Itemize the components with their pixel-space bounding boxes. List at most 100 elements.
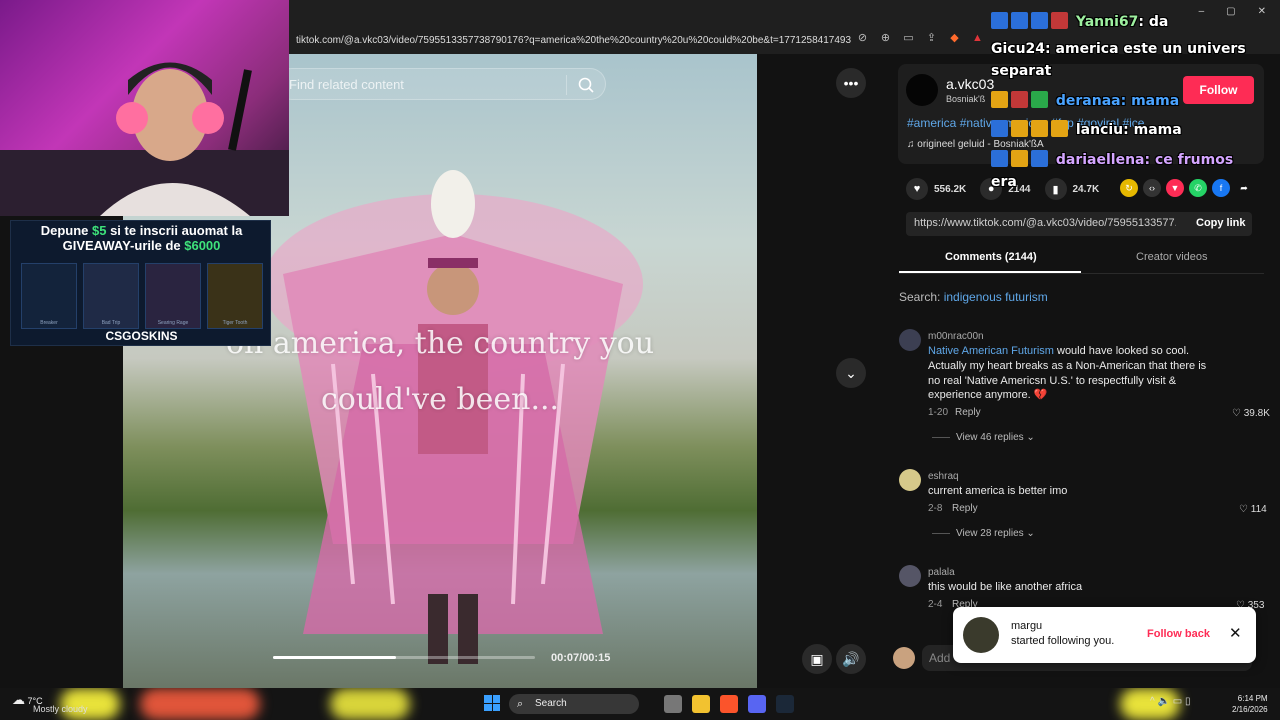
comment-avatar[interactable] <box>899 329 921 351</box>
embed-icon[interactable]: ‹› <box>1143 179 1161 197</box>
zoom-icon[interactable]: ⊕ <box>879 32 892 45</box>
ad-line1: Depune $5 si te inscrii auomat la <box>40 223 243 238</box>
view-replies-button[interactable]: View 46 replies ⌄ <box>932 432 1035 443</box>
crown-badge-icon <box>1031 120 1048 137</box>
system-tray[interactable]: ^ 🔈 ▭ ▯ <box>1150 696 1190 707</box>
follow-button[interactable]: Follow <box>1183 76 1254 104</box>
author-avatar[interactable] <box>906 74 938 106</box>
chat-message: Yanni67: da <box>991 12 1168 30</box>
taskbar <box>0 688 1280 720</box>
brave-shield-icon[interactable]: ◆ <box>948 32 961 45</box>
reply-button[interactable]: Reply <box>952 503 978 514</box>
comment-date: 2-8 <box>928 503 943 514</box>
author-nickname: Bosniak'ß <box>946 94 986 104</box>
battery-icon[interactable]: ▯ <box>1185 696 1191 707</box>
send-icon[interactable]: ▼ <box>1166 179 1184 197</box>
close-icon[interactable]: ✕ <box>1229 624 1242 642</box>
search-icon: ⌕ <box>517 698 524 710</box>
chat-message: lanciu: mama <box>991 120 1182 138</box>
comment-username[interactable]: palala <box>928 567 955 578</box>
comment-keyword-link[interactable]: Native American Futurism <box>928 345 1054 357</box>
comment-like-button[interactable]: ♡ 114 <box>1239 504 1267 515</box>
chevron-down-icon: ⌄ <box>845 364 857 381</box>
skin-card: Tiger Tooth <box>207 263 263 329</box>
file-explorer-icon[interactable] <box>692 695 710 713</box>
reply-button[interactable]: Reply <box>955 407 981 418</box>
follow-back-button[interactable]: Follow back <box>1147 628 1210 640</box>
comment-like-button[interactable]: ♡ 39.8K <box>1232 408 1270 419</box>
share-arrow-icon[interactable]: ➦ <box>1235 179 1253 197</box>
discord-icon[interactable] <box>748 695 766 713</box>
streamer-webcam <box>0 0 289 216</box>
chat-message: deranaa: mama <box>991 91 1179 109</box>
taskbar-search[interactable]: ⌕ Search <box>509 694 639 714</box>
video-caption-line2: could've been... <box>320 382 560 417</box>
taskbar-clock[interactable]: 6:14 PM 2/16/2026 <box>1232 693 1268 715</box>
view-replies-button[interactable]: View 28 replies ⌄ <box>932 528 1035 539</box>
more-icon: ••• <box>843 75 859 91</box>
search-divider <box>566 75 567 95</box>
weather-widget[interactable]: ☁ 7°C Mostly cloudy <box>12 692 88 714</box>
tab-creator-videos[interactable]: Creator videos <box>1136 251 1208 263</box>
notification-username[interactable]: margu <box>1011 620 1042 632</box>
no-camera-icon[interactable]: ⊘ <box>856 32 869 45</box>
music-label[interactable]: ♫ origineel geluid - Bosniak'ßA <box>907 139 1044 150</box>
notification-avatar[interactable] <box>963 617 999 653</box>
share-link-url[interactable]: https://www.tiktok.com/@a.vkc03/video/75… <box>914 217 1176 229</box>
share-buttons: ↻ ‹› ▼ ✆ f ➦ <box>1120 179 1253 197</box>
facebook-icon[interactable]: f <box>1212 179 1230 197</box>
maximize-button[interactable]: ▢ <box>1226 6 1235 17</box>
crown-badge-icon <box>991 91 1008 108</box>
sponsor-banner[interactable]: Depune $5 si te inscrii auomat la GIVEAW… <box>10 220 271 346</box>
pip-icon: ▣ <box>810 650 824 667</box>
minimize-button[interactable]: – <box>1199 6 1205 17</box>
gift-badge-icon <box>1051 120 1068 137</box>
comment-avatar[interactable] <box>899 469 921 491</box>
whatsapp-icon[interactable]: ✆ <box>1189 179 1207 197</box>
author-name[interactable]: a.vkc03 <box>946 76 994 92</box>
comment-username[interactable]: eshraq <box>928 471 959 482</box>
address-bar-icons: ⊘ ⊕ ▭ ⇪ ◆ ▲ <box>856 32 984 45</box>
more-options-button[interactable]: ••• <box>836 68 866 98</box>
tab-comments[interactable]: Comments (2144) <box>945 251 1037 263</box>
comment-username[interactable]: m00nrac00n <box>928 331 984 342</box>
rewards-icon[interactable]: ▲ <box>971 32 984 45</box>
sword-badge-icon <box>991 120 1008 137</box>
like-button[interactable]: ♥ 556.2K <box>906 178 966 200</box>
tier-badge-icon <box>1011 120 1028 137</box>
comment-text: Native American Futurism would have look… <box>928 345 1207 402</box>
comment-search-suggestion[interactable]: Search: indigenous futurism <box>899 290 1048 304</box>
heart-outline-icon: ♡ <box>1232 408 1241 419</box>
skin-card: Bad Trip <box>83 263 139 329</box>
task-view-icon[interactable] <box>664 695 682 713</box>
close-window-button[interactable]: ✕ <box>1258 6 1266 17</box>
comment-text: this would be like another africa <box>928 581 1083 593</box>
chat-message: dariaellena: ce frumos <box>991 150 1233 168</box>
comment-date: 1-20 <box>928 407 949 418</box>
cloud-icon: ☁ <box>12 692 25 707</box>
save-button[interactable]: ▮ 24.7K <box>1044 178 1099 200</box>
repost-icon[interactable]: ↻ <box>1120 179 1138 197</box>
search-icon[interactable] <box>577 76 595 94</box>
cast-icon[interactable]: ▭ <box>902 32 915 45</box>
sword-badge-icon <box>991 150 1008 167</box>
skin-card: Searing Rage <box>145 263 201 329</box>
network-icon[interactable]: ▭ <box>1173 696 1182 707</box>
brave-browser-icon[interactable] <box>720 695 738 713</box>
volume-button[interactable]: 🔊 <box>836 644 866 674</box>
comment-avatar[interactable] <box>899 565 921 587</box>
related-search-input[interactable]: Find related content <box>276 68 606 100</box>
steam-icon[interactable] <box>776 695 794 713</box>
chevron-up-icon[interactable]: ^ <box>1150 696 1155 707</box>
speaker-icon[interactable]: 🔈 <box>1157 696 1169 707</box>
gift-badge-icon <box>1051 12 1068 29</box>
share-icon[interactable]: ⇪ <box>925 32 938 45</box>
windows-start-icon[interactable] <box>484 695 500 711</box>
next-video-button[interactable]: ⌄ <box>836 358 866 388</box>
tier-badge-icon <box>1031 150 1048 167</box>
chat-message: era <box>991 174 1017 190</box>
copy-link-button[interactable]: Copy link <box>1196 217 1246 229</box>
chevron-down-icon: ⌄ <box>1026 528 1035 539</box>
video-time: 00:07/00:15 <box>551 652 611 664</box>
pip-button[interactable]: ▣ <box>802 644 832 674</box>
